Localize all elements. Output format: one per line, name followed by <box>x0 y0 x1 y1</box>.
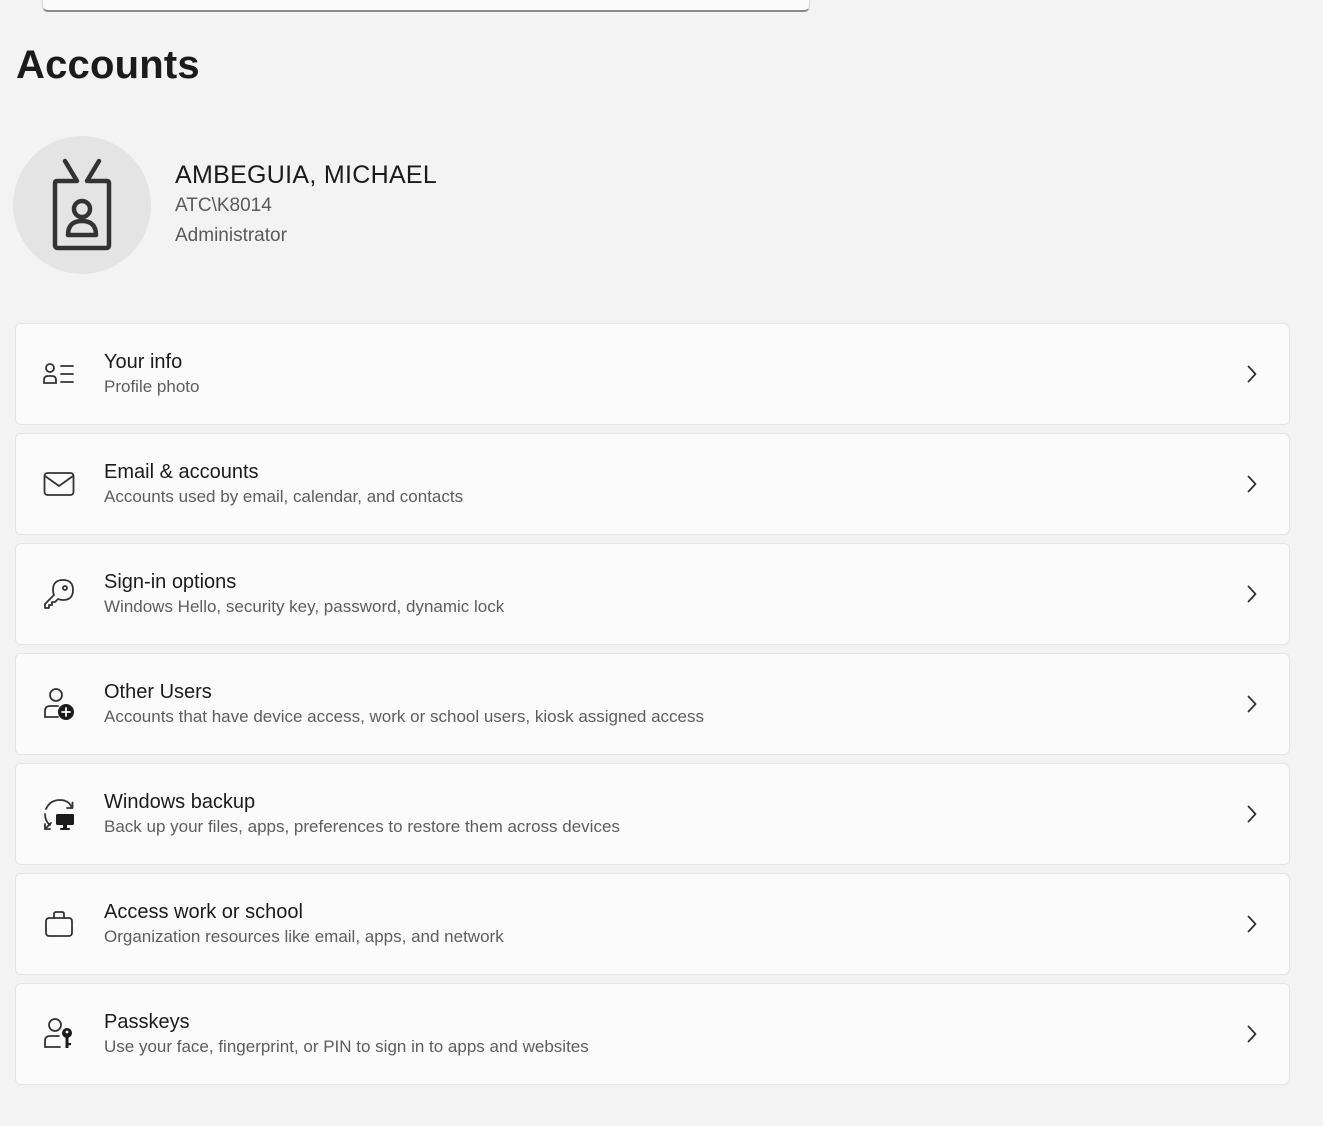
briefcase-icon <box>42 907 76 941</box>
profile-name: AMBEGUIA, MICHAEL <box>175 161 438 189</box>
card-title: Passkeys <box>104 1011 190 1033</box>
card-description: Organization resources like email, apps,… <box>104 927 504 946</box>
settings-page: Accounts AMBEGUIA, MICHAEL ATC\K8014 Adm… <box>0 0 1323 1126</box>
mail-icon <box>42 467 76 501</box>
chevron-right-icon <box>1243 913 1261 935</box>
card-other-users[interactable]: Other Users Accounts that have device ac… <box>15 653 1290 755</box>
user-info-icon <box>42 357 76 391</box>
add-user-icon <box>42 687 76 721</box>
profile-header: AMBEGUIA, MICHAEL ATC\K8014 Administrato… <box>13 136 437 274</box>
chevron-right-icon <box>1243 693 1261 715</box>
card-title: Sign-in options <box>104 571 237 593</box>
key-icon <box>42 577 76 611</box>
chevron-right-icon <box>1243 583 1261 605</box>
search-box[interactable] <box>42 0 810 12</box>
card-description: Windows Hello, security key, password, d… <box>104 597 505 616</box>
chevron-right-icon <box>1243 473 1261 495</box>
settings-list: Your info Profile photo Email & accounts… <box>15 323 1290 1093</box>
card-access-work-school[interactable]: Access work or school Organization resou… <box>15 873 1290 975</box>
card-sign-in-options[interactable]: Sign-in options Windows Hello, security … <box>15 543 1290 645</box>
card-description: Profile photo <box>104 377 200 396</box>
passkey-icon <box>42 1017 76 1051</box>
card-description: Accounts used by email, calendar, and co… <box>104 487 464 506</box>
avatar <box>13 136 151 274</box>
card-windows-backup[interactable]: Windows backup Back up your files, apps,… <box>15 763 1290 865</box>
backup-icon <box>42 797 76 831</box>
card-description: Use your face, fingerprint, or PIN to si… <box>104 1037 589 1056</box>
card-title: Windows backup <box>104 791 256 813</box>
profile-account: ATC\K8014 <box>175 195 272 216</box>
card-title: Access work or school <box>104 901 303 923</box>
card-title: Other Users <box>104 681 212 703</box>
profile-role: Administrator <box>175 225 287 246</box>
card-email-accounts[interactable]: Email & accounts Accounts used by email,… <box>15 433 1290 535</box>
card-passkeys[interactable]: Passkeys Use your face, fingerprint, or … <box>15 983 1290 1085</box>
card-description: Back up your files, apps, preferences to… <box>104 817 620 836</box>
card-your-info[interactable]: Your info Profile photo <box>15 323 1290 425</box>
page-title: Accounts <box>16 43 200 87</box>
chevron-right-icon <box>1243 1023 1261 1045</box>
card-title: Email & accounts <box>104 461 259 483</box>
card-title: Your info <box>104 351 183 373</box>
chevron-right-icon <box>1243 803 1261 825</box>
card-description: Accounts that have device access, work o… <box>104 707 705 726</box>
chevron-right-icon <box>1243 363 1261 385</box>
id-badge-icon <box>52 158 112 251</box>
